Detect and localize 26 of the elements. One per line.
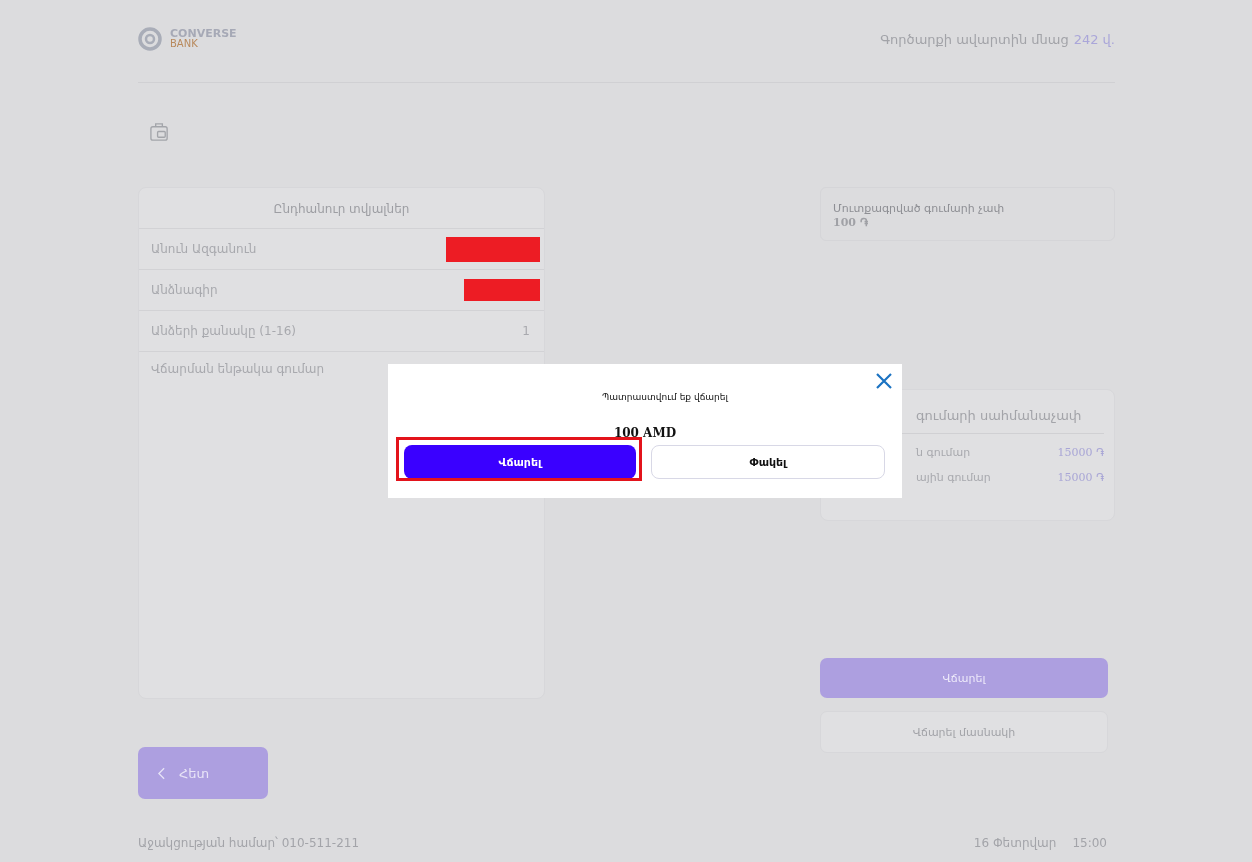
row-label: Անձերի քանակը (1-16) xyxy=(151,324,297,338)
partial-pay-button[interactable]: Վճարել մասնակի xyxy=(820,711,1108,753)
date-text: 16 Փետրվար xyxy=(973,835,1057,850)
timer-label: Գործարքի ավարտին մնաց xyxy=(880,31,1069,47)
field-label: Մուտքագրված գումարի չափ xyxy=(833,202,1006,215)
pay-button[interactable]: Վճարել xyxy=(820,658,1108,698)
chevron-left-icon xyxy=(158,766,165,780)
close-button[interactable]: Փակել xyxy=(651,445,885,479)
close-icon[interactable] xyxy=(876,373,892,389)
confirm-pay-button[interactable]: Վճարել xyxy=(404,445,636,479)
support-phone: Աջակցության համար՝ 010-511-211 xyxy=(138,835,360,850)
logo-icon xyxy=(138,27,162,51)
row-label: Անձնագիր xyxy=(151,283,219,297)
row-value: 1 xyxy=(522,324,531,338)
logo-subtitle: BANK xyxy=(170,39,199,49)
dialog-message: Պատրաստվում եք վճարել xyxy=(601,392,730,402)
row-label: Վճարման ենթակա գումար xyxy=(151,362,326,376)
amount-field[interactable]: Մուտքագրված գումարի չափ 100 ֏ xyxy=(820,187,1115,241)
dialog-amount: 100 AMD xyxy=(612,426,678,440)
field-value: 100 ֏ xyxy=(833,216,869,229)
card-title: Ընդհանուր տվյալներ xyxy=(139,188,544,229)
limit-value: 15000 ֏ xyxy=(1057,446,1104,459)
row-label: Անուն Ազգանուն xyxy=(151,242,258,256)
limit-value: 15000 ֏ xyxy=(1057,471,1104,484)
time-text: 15:00 xyxy=(1072,835,1107,850)
back-button[interactable]: Հետ xyxy=(138,747,268,799)
